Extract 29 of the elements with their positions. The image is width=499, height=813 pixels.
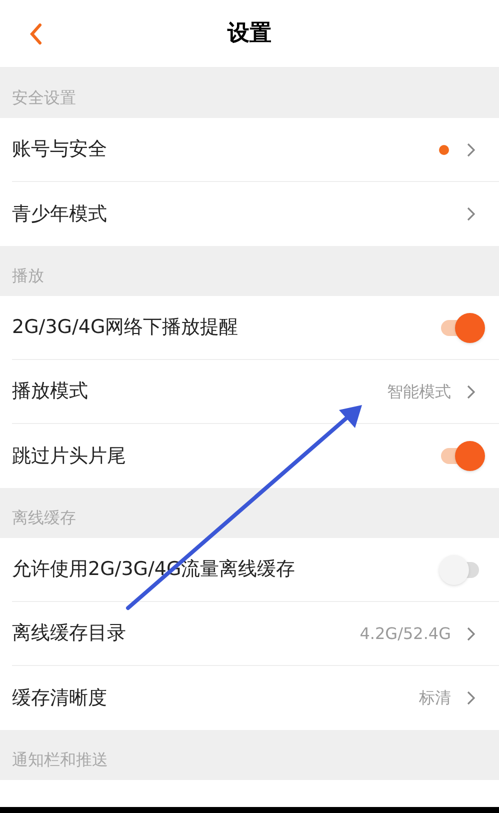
row-label: 跳过片头片尾 bbox=[12, 444, 126, 469]
chevron-right-icon bbox=[467, 142, 475, 156]
back-icon bbox=[29, 23, 43, 45]
chevron-right-icon bbox=[467, 384, 475, 398]
row-label: 账号与安全 bbox=[12, 137, 107, 162]
chevron-right-icon bbox=[467, 691, 475, 705]
toggle-switch[interactable] bbox=[439, 312, 485, 342]
row-label: 缓存清晰度 bbox=[12, 686, 107, 711]
settings-row[interactable]: 账号与安全 bbox=[12, 118, 499, 182]
toggle-switch[interactable] bbox=[439, 441, 485, 471]
section-header: 播放 bbox=[12, 265, 44, 287]
settings-row[interactable]: 青少年模式 bbox=[12, 182, 499, 246]
row-value: 4.2G/52.4G bbox=[360, 622, 451, 644]
settings-row[interactable]: 跳过片头片尾 bbox=[12, 424, 499, 488]
row-label: 播放模式 bbox=[12, 379, 88, 404]
row-value: 智能模式 bbox=[387, 380, 451, 402]
row-label: 青少年模式 bbox=[12, 202, 107, 227]
row-label: 离线缓存目录 bbox=[12, 621, 126, 646]
settings-row[interactable]: 2G/3G/4G网络下播放提醒 bbox=[12, 296, 499, 360]
settings-row[interactable]: 离线缓存目录 4.2G/52.4G bbox=[12, 602, 499, 666]
row-label: 2G/3G/4G网络下播放提醒 bbox=[12, 315, 238, 340]
section-header: 安全设置 bbox=[12, 87, 76, 109]
section-header: 离线缓存 bbox=[12, 507, 76, 529]
settings-row[interactable]: 缓存清晰度 标清 bbox=[12, 666, 499, 730]
chevron-right-icon bbox=[467, 626, 475, 640]
chevron-right-icon bbox=[467, 207, 475, 221]
section-header: 通知栏和推送 bbox=[12, 749, 108, 771]
row-value: 标清 bbox=[419, 687, 451, 709]
page-title: 设置 bbox=[228, 20, 272, 48]
